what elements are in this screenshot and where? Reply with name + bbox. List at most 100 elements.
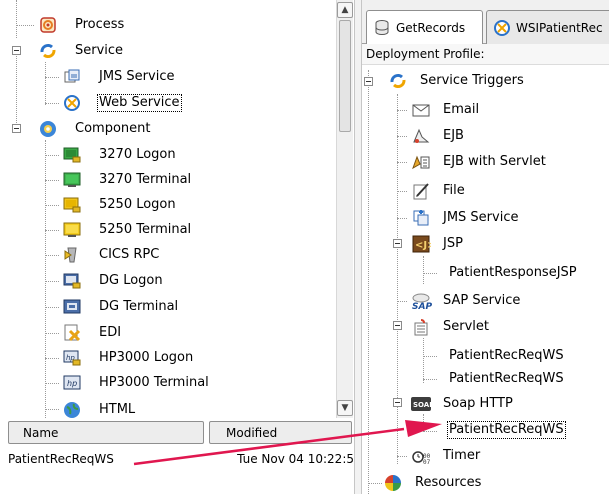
tree-item-service-triggers[interactable]: Service Triggers — [386, 68, 526, 94]
tree-item-service[interactable]: Service — [37, 39, 125, 63]
jsp-icon: <J> — [409, 233, 433, 255]
hp-logon-icon: hp — [61, 348, 83, 368]
column-header-modified[interactable]: Modified — [209, 421, 352, 444]
ejb-icon — [409, 125, 433, 147]
tree-item-label: Soap HTTP — [443, 396, 513, 411]
service-icon — [386, 70, 410, 92]
tree-item-5250-terminal[interactable]: 5250 Terminal — [61, 218, 193, 242]
table-row[interactable]: PatientRecReqWS Tue Nov 04 10:22:5 — [8, 452, 354, 466]
tree-item-label: HTML — [99, 402, 136, 417]
tree-item-dg-logon[interactable]: DG Logon — [61, 269, 165, 293]
tree-item-3270-terminal[interactable]: 3270 Terminal — [61, 168, 193, 192]
tree-item-resources[interactable]: Resources — [381, 470, 483, 494]
tree-item-label: Resources — [415, 475, 482, 490]
tree-item-patientresponsejsp[interactable]: PatientResponseJSP — [447, 260, 579, 286]
tree-item-html[interactable]: HTML — [61, 398, 137, 418]
pane-splitter[interactable] — [354, 0, 362, 494]
component-palette-pane: Process Service JMS Service Web Service — [0, 0, 354, 494]
file-icon — [409, 180, 433, 202]
tree-item-process[interactable]: Process — [37, 13, 126, 37]
jsp-collapse-toggle[interactable] — [393, 239, 402, 248]
cell-modified: Tue Nov 04 10:22:5 — [237, 452, 354, 466]
tree-item-component[interactable]: Component — [37, 117, 152, 141]
tree-item-patientrecreqws[interactable]: PatientRecReqWS — [447, 366, 566, 392]
tree-item-sap-service[interactable]: SAP SAP Service — [409, 288, 522, 314]
tree-item-servlet[interactable]: Servlet — [409, 314, 491, 340]
servlet-icon — [409, 316, 433, 338]
tab-wsipatientrec[interactable]: WSIPatientRec — [486, 10, 609, 44]
tree-item-web-service[interactable]: Web Service — [61, 91, 182, 115]
tree-item-file[interactable]: File — [409, 178, 467, 204]
tree-item-label: Service Triggers — [420, 73, 524, 88]
component-collapse-toggle[interactable] — [12, 124, 21, 133]
service-icon — [37, 41, 59, 61]
service-triggers-collapse-toggle[interactable] — [364, 77, 373, 86]
svg-text:07: 07 — [423, 459, 431, 466]
tree-item-soap-http[interactable]: SOAP Soap HTTP — [409, 391, 515, 417]
tree-item-cics-rpc[interactable]: CICS RPC — [61, 243, 161, 267]
deployment-pane: GetRecords WSIPatientRec Deployment Prof… — [362, 0, 609, 494]
tree-item-3270-logon[interactable]: 3270 Logon — [61, 143, 178, 167]
service-collapse-toggle[interactable] — [12, 46, 21, 55]
tree-item-jms-service[interactable]: JMS Service — [409, 205, 520, 231]
tree-item-label: 3270 Terminal — [99, 172, 192, 187]
database-icon — [373, 19, 391, 37]
terminal-icon — [61, 220, 83, 240]
tree-item-label: PatientRecReqWS — [447, 421, 566, 439]
hp-terminal-icon: hp — [61, 373, 83, 393]
tree-item-label: EJB — [443, 128, 464, 143]
soap-http-collapse-toggle[interactable] — [393, 398, 402, 407]
component-icon — [37, 119, 59, 139]
tree-item-jms-service[interactable]: JMS Service — [61, 65, 176, 89]
tree-item-label: 3270 Logon — [99, 147, 176, 162]
soap-icon: SOAP — [409, 393, 433, 415]
cell-name: PatientRecReqWS — [8, 452, 114, 466]
dg-terminal-icon — [61, 297, 83, 317]
scroll-up-button[interactable]: ▲ — [337, 2, 353, 18]
tab-getrecords[interactable]: GetRecords — [366, 10, 483, 45]
tree-item-label: HP3000 Terminal — [99, 375, 209, 390]
tree-item-jsp[interactable]: <J> JSP — [409, 231, 465, 257]
tree-item-dg-terminal[interactable]: DG Terminal — [61, 295, 180, 319]
tree-item-5250-logon[interactable]: 5250 Logon — [61, 193, 178, 217]
tree-item-email[interactable]: Email — [409, 97, 481, 123]
cics-rpc-icon — [61, 245, 83, 265]
web-service-icon — [61, 93, 83, 113]
tree-item-label: Service — [75, 43, 124, 58]
tree-item-label: DG Terminal — [99, 299, 179, 314]
tab-label: GetRecords — [396, 21, 466, 35]
ejb-servlet-icon — [409, 151, 433, 173]
scrollbar-thumb[interactable] — [339, 20, 351, 132]
palette-scrollbar[interactable]: ▲ ▼ — [336, 0, 353, 418]
tree-item-label: DG Logon — [99, 273, 163, 288]
tree-item-timer[interactable]: 00 07 Timer — [409, 443, 482, 469]
tree-item-hp3000-terminal[interactable]: hp HP3000 Terminal — [61, 371, 211, 395]
tree-item-ejb[interactable]: EJB — [409, 123, 466, 149]
tree-item-label: Servlet — [443, 319, 489, 334]
servlet-collapse-toggle[interactable] — [393, 321, 402, 330]
tree-item-label: PatientRecReqWS — [449, 371, 564, 386]
tree-item-label: PatientRecReqWS — [449, 348, 564, 363]
terminal-icon — [61, 170, 83, 190]
tree-item-edi[interactable]: EDI — [61, 321, 123, 345]
jms-service-icon — [61, 67, 83, 87]
tree-item-label: 5250 Terminal — [99, 222, 192, 237]
web-service-icon — [493, 19, 511, 37]
tree-item-label: CICS RPC — [99, 247, 160, 262]
svg-text:<J>: <J> — [415, 240, 431, 251]
timer-icon: 00 07 — [409, 445, 433, 467]
svg-text:SOAP: SOAP — [413, 401, 432, 409]
svg-text:hp: hp — [67, 379, 77, 388]
tree-item-hp3000-logon[interactable]: hp HP3000 Logon — [61, 346, 195, 370]
tree-item-label: 5250 Logon — [99, 197, 176, 212]
tree-item-patientrecreqws-selected[interactable]: PatientRecReqWS — [447, 417, 566, 443]
scroll-down-button[interactable]: ▼ — [337, 400, 353, 416]
edi-icon — [61, 323, 83, 343]
tree-item-label: EDI — [99, 325, 122, 340]
tree-item-label: HP3000 Logon — [99, 350, 194, 365]
tree-item-ejb-with-servlet[interactable]: EJB with Servlet — [409, 149, 548, 175]
column-header-name[interactable]: Name — [8, 421, 204, 444]
tree-item-label: Process — [75, 17, 125, 32]
tree-item-label: EJB with Servlet — [443, 154, 546, 169]
tree-item-label: JMS Service — [99, 69, 175, 84]
